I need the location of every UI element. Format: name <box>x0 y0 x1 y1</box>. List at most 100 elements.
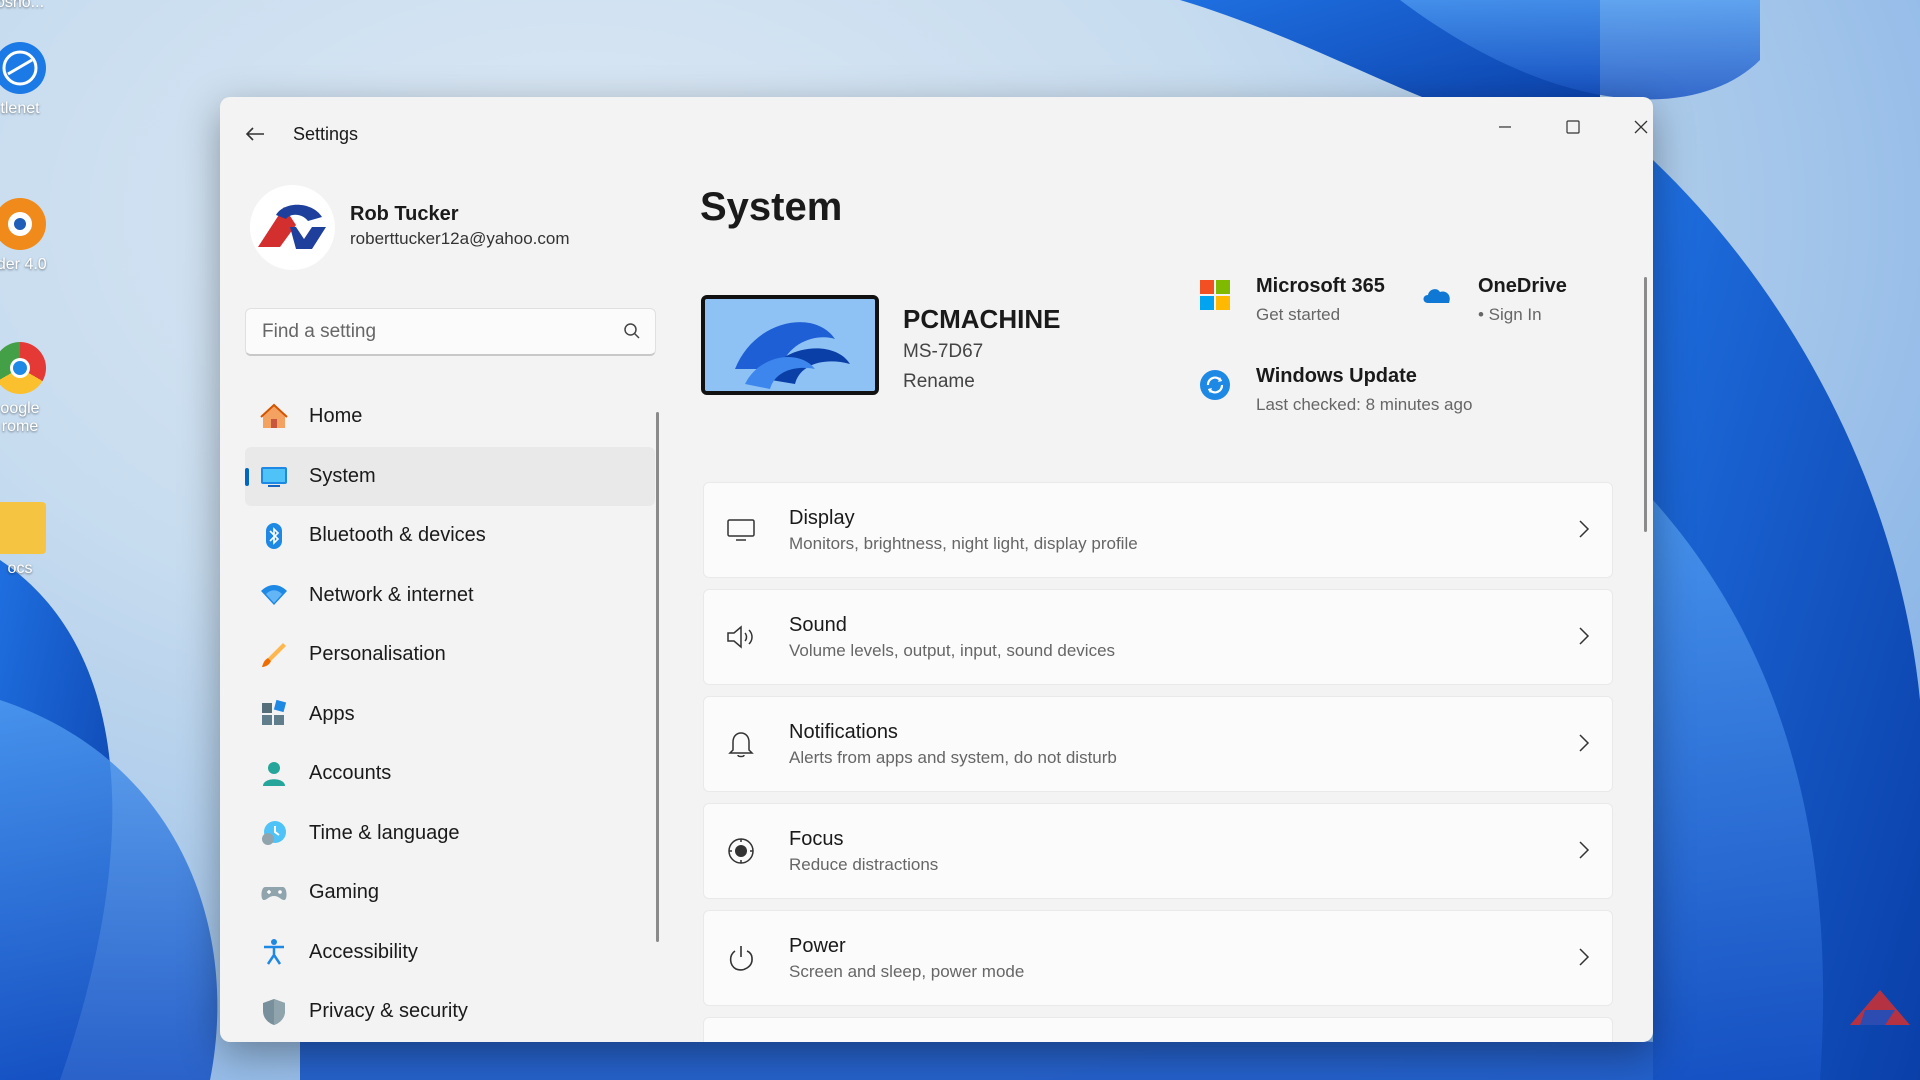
sidebar-item-label: System <box>309 464 376 487</box>
user-profile[interactable]: Rob Tucker roberttucker12a@yahoo.com <box>250 185 670 275</box>
desktop-shortcut-chrome[interactable]: oogle rome <box>0 342 60 436</box>
sidebar-item-label: Accounts <box>309 762 392 785</box>
sidebar-item-time-language[interactable]: Time & language <box>245 804 655 864</box>
sidebar-item-home[interactable]: Home <box>245 387 655 447</box>
sidebar-item-label: Time & language <box>309 821 460 844</box>
sidebar-item-bluetooth[interactable]: Bluetooth & devices <box>245 506 655 566</box>
display-card[interactable]: Display Monitors, brightness, night ligh… <box>703 482 1613 578</box>
sidebar-item-privacy-security[interactable]: Privacy & security <box>245 982 655 1042</box>
sound-icon <box>724 620 758 654</box>
content-scrollbar[interactable] <box>1644 277 1647 532</box>
clock-globe-icon <box>257 816 291 850</box>
quick-link-title: Windows Update <box>1256 365 1417 387</box>
device-name: PCMACHINE <box>903 304 1061 334</box>
card-subtitle: Alerts from apps and system, do not dist… <box>789 748 1117 767</box>
quick-link-title: Microsoft 365 <box>1256 275 1385 297</box>
display-icon <box>724 513 758 547</box>
card-subtitle: Volume levels, output, input, sound devi… <box>789 641 1116 660</box>
focus-card[interactable]: Focus Reduce distractions <box>703 803 1613 899</box>
next-card-partial[interactable] <box>703 1017 1613 1042</box>
folder-icon <box>0 502 46 554</box>
gamepad-icon <box>257 876 291 910</box>
sidebar-scrollbar[interactable] <box>656 412 659 942</box>
focus-icon <box>724 834 758 868</box>
desktop-shortcut-blender[interactable]: ider 4.0 <box>0 198 60 274</box>
quick-link-subtitle: Get started <box>1256 305 1341 324</box>
onedrive-icon <box>1420 275 1454 315</box>
desktop-shortcut-label: ocs <box>7 560 33 577</box>
rename-link[interactable]: Rename <box>903 371 975 393</box>
search-icon <box>623 322 641 345</box>
sidebar-item-accounts[interactable]: Accounts <box>245 744 655 804</box>
power-card[interactable]: Power Screen and sleep, power mode <box>703 910 1613 1006</box>
close-button[interactable] <box>1616 107 1653 147</box>
microsoft-365-link[interactable]: Microsoft 365 Get started <box>1198 275 1398 335</box>
sidebar-item-network[interactable]: Network & internet <box>245 566 655 626</box>
quick-link-subtitle: • Sign In <box>1478 305 1542 324</box>
sound-card[interactable]: Sound Volume levels, output, input, soun… <box>703 589 1613 685</box>
maximize-button[interactable] <box>1548 107 1598 147</box>
sidebar-item-label: Apps <box>309 702 355 725</box>
brush-icon <box>257 638 291 672</box>
sidebar-item-system[interactable]: System <box>245 446 655 506</box>
sidebar-item-personalisation[interactable]: Personalisation <box>245 625 655 685</box>
app-title: Settings <box>293 124 359 144</box>
card-subtitle: Reduce distractions <box>789 855 939 874</box>
sidebar-item-label: Home <box>309 405 363 428</box>
profile-email: roberttucker12a@yahoo.com <box>350 229 570 248</box>
onedrive-link[interactable]: OneDrive • Sign In <box>1420 275 1620 335</box>
maximize-icon <box>1566 120 1580 134</box>
desktop-shortcut-label: ider 4.0 <box>0 256 47 273</box>
chevron-right-icon <box>1578 519 1590 544</box>
card-title: Notifications <box>789 721 898 743</box>
desktop-label-top: osno... <box>0 0 60 12</box>
search-box[interactable] <box>245 308 656 356</box>
chevron-right-icon <box>1578 626 1590 651</box>
sidebar-item-label: Personalisation <box>309 643 446 666</box>
windows-update-link[interactable]: Windows Update Last checked: 8 minutes a… <box>1198 365 1518 425</box>
quick-link-title: OneDrive <box>1478 275 1567 297</box>
home-icon <box>257 400 291 434</box>
windows-bloom-wallpaper-icon <box>705 299 875 391</box>
card-title: Focus <box>789 828 844 850</box>
sidebar-item-label: Bluetooth & devices <box>309 524 486 547</box>
power-icon <box>724 941 758 975</box>
profile-name: Rob Tucker <box>350 203 459 225</box>
sidebar-item-label: Accessibility <box>309 940 418 963</box>
chrome-icon <box>0 342 46 394</box>
card-title: Power <box>789 935 846 957</box>
chevron-right-icon <box>1578 947 1590 972</box>
quick-link-subtitle: Last checked: 8 minutes ago <box>1256 395 1473 414</box>
card-subtitle: Monitors, brightness, night light, displ… <box>789 534 1138 553</box>
desktop-shortcut-label: tlenet <box>0 100 40 117</box>
sidebar-item-gaming[interactable]: Gaming <box>245 863 655 923</box>
desktop-shortcut-tlenet[interactable]: tlenet <box>0 42 60 118</box>
minimize-button[interactable] <box>1480 107 1530 147</box>
bluetooth-icon <box>257 519 291 553</box>
avatar <box>250 185 335 270</box>
sidebar-nav: Home System Bluetooth & devices Network … <box>245 387 655 1042</box>
settings-card-list: Display Monitors, brightness, night ligh… <box>703 482 1613 1042</box>
desktop-shortcut-docs[interactable]: ocs <box>0 502 60 578</box>
desktop-shortcut-label: rome <box>1 418 39 435</box>
notifications-card[interactable]: Notifications Alerts from apps and syste… <box>703 696 1613 792</box>
page-title: System <box>700 185 843 229</box>
device-thumbnail <box>701 295 879 395</box>
card-title: Sound <box>789 614 847 636</box>
system-icon <box>257 459 291 493</box>
avatar-logo-icon <box>250 185 334 269</box>
sidebar-item-accessibility[interactable]: Accessibility <box>245 923 655 983</box>
sidebar-item-label: Gaming <box>309 881 380 904</box>
sidebar-item-apps[interactable]: Apps <box>245 685 655 745</box>
chevron-right-icon <box>1578 840 1590 865</box>
accessibility-icon <box>257 935 291 969</box>
channel-watermark-logo <box>1850 990 1910 1025</box>
bell-icon <box>724 727 758 761</box>
blender-icon <box>0 198 46 250</box>
sidebar-item-label: Privacy & security <box>309 1000 468 1023</box>
device-model: MS-7D67 <box>903 341 984 362</box>
search-input[interactable] <box>260 317 604 347</box>
back-button[interactable] <box>240 119 270 149</box>
windows-update-icon <box>1198 365 1232 405</box>
card-subtitle: Screen and sleep, power mode <box>789 962 1025 981</box>
